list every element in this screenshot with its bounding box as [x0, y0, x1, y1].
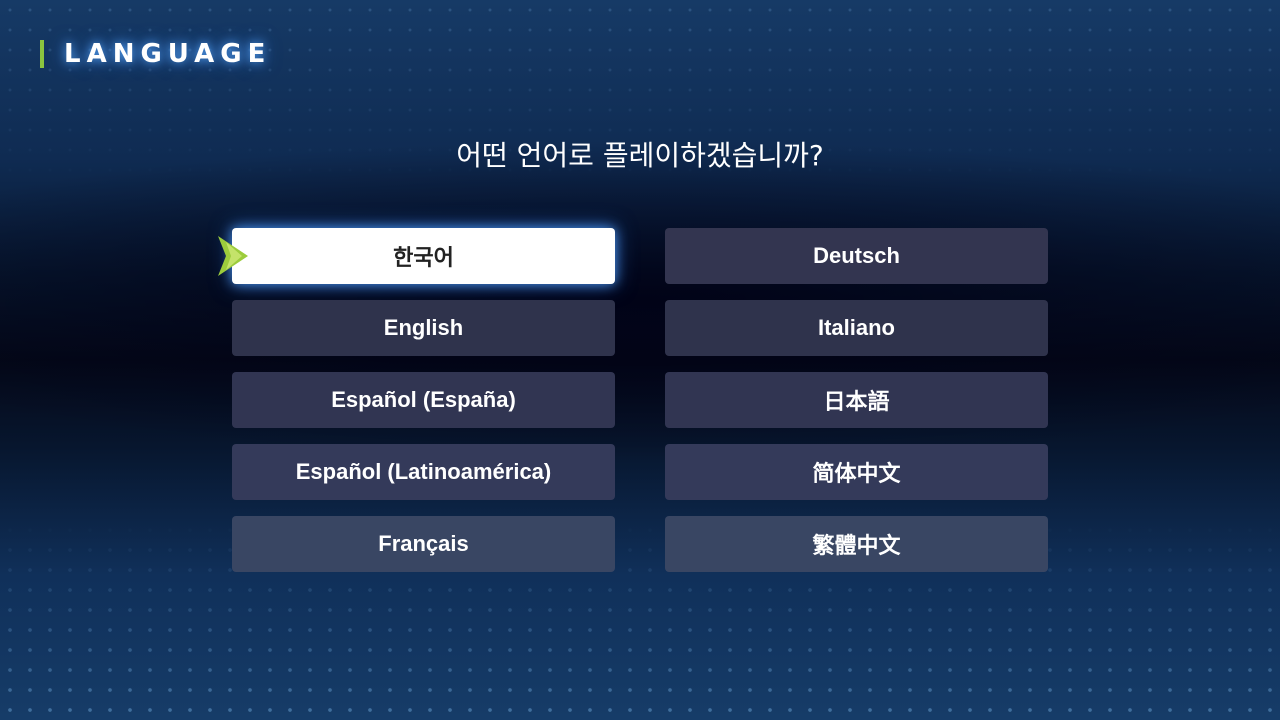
language-option-label: English	[383, 315, 464, 340]
language-option-label: Español (España)	[331, 387, 516, 412]
language-prompt: 어떤 언어로 플레이하겠습니까?	[456, 139, 824, 172]
language-option-german[interactable]: Deutsch	[665, 228, 1048, 284]
language-option-label: 简体中文	[812, 461, 901, 486]
language-option-english[interactable]: English	[232, 300, 615, 356]
page-title: LANGUAGE	[64, 39, 272, 69]
header-accent-bar	[40, 40, 44, 68]
language-option-label: 繁體中文	[812, 533, 901, 558]
language-option-label: Italiano	[817, 315, 895, 340]
language-option-label: Français	[378, 531, 469, 556]
language-option-label: Deutsch	[813, 243, 900, 268]
language-option-japanese[interactable]: 日本語	[665, 372, 1048, 428]
language-option-label: 한국어	[393, 245, 454, 270]
language-option-label: 日本語	[823, 389, 890, 414]
language-option-label: Español (Latinoamérica)	[295, 459, 552, 484]
language-option-simplified-chinese[interactable]: 简体中文	[665, 444, 1048, 500]
chevron-right-icon	[218, 236, 248, 276]
page-header: LANGUAGE	[40, 39, 272, 69]
language-option-korean[interactable]: 한국어	[218, 228, 615, 284]
language-option-italian[interactable]: Italiano	[665, 300, 1048, 356]
language-option-spanish-latam[interactable]: Español (Latinoamérica)	[232, 444, 615, 500]
language-option-traditional-chinese[interactable]: 繁體中文	[665, 516, 1048, 572]
language-option-spanish-spain[interactable]: Español (España)	[232, 372, 615, 428]
language-option-french[interactable]: Français	[232, 516, 615, 572]
language-grid: 한국어 Deutsch English Italiano Español (Es…	[218, 228, 1048, 572]
